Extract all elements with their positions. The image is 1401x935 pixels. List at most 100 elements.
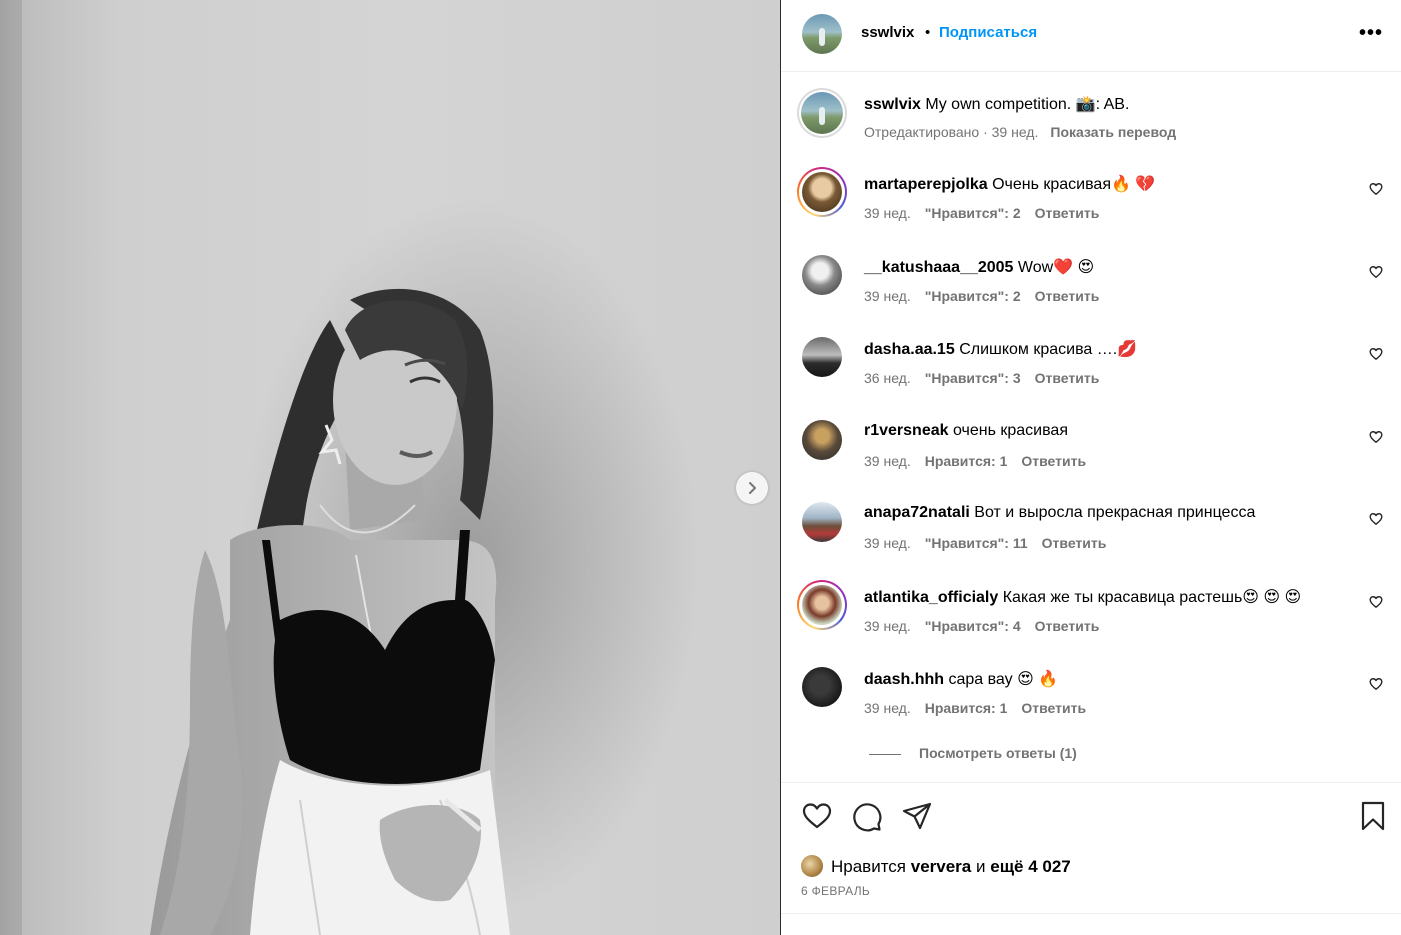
- comment-item: martaperepjolka Очень красивая🔥 💔 39 нед…: [781, 167, 1401, 236]
- view-replies-label: Посмотреть ответы (1): [919, 745, 1077, 761]
- comment-likes[interactable]: "Нравится": 3: [925, 370, 1021, 386]
- comment-text: Какая же ты красавица растешь😍 😍 😍: [1002, 589, 1302, 606]
- comment-text-line: daash.hhh сара вау 😍 🔥: [864, 669, 1058, 689]
- comment-heart-icon[interactable]: [1369, 265, 1383, 279]
- post-header: sswlvix • Подписаться •••: [781, 0, 1401, 72]
- comment-item: atlantika_officialy Какая же ты красавиц…: [781, 580, 1401, 649]
- comment-likes[interactable]: Нравится: 1: [925, 453, 1008, 469]
- follow-button[interactable]: Подписаться: [939, 24, 1037, 41]
- comment-heart-icon[interactable]: [1369, 677, 1383, 691]
- photo-illustration: [0, 0, 700, 935]
- post-side-panel: sswlvix • Подписаться ••• sswlvix My own…: [781, 0, 1401, 935]
- comment-username[interactable]: atlantika_officialy: [864, 589, 998, 606]
- view-replies-button[interactable]: Посмотреть ответы (1): [869, 745, 1077, 761]
- paper-plane-icon[interactable]: [901, 800, 933, 832]
- post-date[interactable]: 6 ФЕВРАЛЬ: [801, 884, 870, 898]
- comment-item: r1versneak очень красивая 39 нед. Нравитс…: [781, 420, 1401, 484]
- comment-avatar[interactable]: [802, 585, 842, 625]
- comment-username[interactable]: __katushaaa__2005: [864, 259, 1013, 276]
- comment-time: 39 нед.: [864, 205, 911, 221]
- comment-meta: 39 нед. Нравится: 1 Ответить: [864, 700, 1100, 716]
- comment-heart-icon[interactable]: [1369, 182, 1383, 196]
- comment-avatar[interactable]: [802, 255, 842, 295]
- author-avatar[interactable]: [802, 14, 842, 54]
- post-photo: [0, 0, 780, 935]
- likes-prefix: Нравится: [831, 857, 907, 876]
- comment-likes[interactable]: Нравится: 1: [925, 700, 1008, 716]
- comment-item: __katushaaa__2005 Wow❤️ 😍 39 нед. "Нравит…: [781, 255, 1401, 319]
- actions-divider: [781, 782, 1401, 783]
- comment-meta: 39 нед. "Нравится": 2 Ответить: [864, 288, 1113, 304]
- comment-username[interactable]: martaperepjolka: [864, 176, 988, 193]
- comment-likes[interactable]: "Нравится": 2: [925, 288, 1021, 304]
- comment-avatar[interactable]: [802, 420, 842, 460]
- comment-input-divider: [781, 913, 1401, 914]
- comment-time: 36 нед.: [864, 370, 911, 386]
- comment-avatar[interactable]: [802, 667, 842, 707]
- chevron-right-icon: [749, 482, 756, 494]
- reply-button[interactable]: Ответить: [1035, 205, 1100, 221]
- reply-button[interactable]: Ответить: [1021, 453, 1086, 469]
- comment-username[interactable]: dasha.aa.15: [864, 341, 955, 358]
- reply-button[interactable]: Ответить: [1035, 618, 1100, 634]
- comment-likes[interactable]: "Нравится": 11: [925, 535, 1028, 551]
- comment-text: Очень красивая🔥 💔: [992, 176, 1156, 193]
- likes-middle: и: [976, 857, 986, 876]
- comment-item: daash.hhh сара вау 😍 🔥 39 нед. Нравится: …: [781, 667, 1401, 731]
- comment-username[interactable]: r1versneak: [864, 422, 949, 439]
- bookmark-icon[interactable]: [1357, 800, 1389, 832]
- comment-text: Вот и выросла прекрасная принцесса: [974, 504, 1256, 521]
- show-translation-link[interactable]: Показать перевод: [1050, 124, 1176, 140]
- comment-text-line: dasha.aa.15 Слишком красива ….💋: [864, 339, 1137, 359]
- comment-meta: 39 нед. "Нравится": 11 Ответить: [864, 535, 1120, 551]
- comment-text-line: martaperepjolka Очень красивая🔥 💔: [864, 174, 1155, 194]
- replies-line: [869, 753, 901, 755]
- caption-username[interactable]: sswlvix: [864, 96, 921, 113]
- comment-item: dasha.aa.15 Слишком красива ….💋 36 нед. "…: [781, 337, 1401, 401]
- heart-icon[interactable]: [801, 800, 833, 832]
- caption-avatar[interactable]: [801, 92, 843, 134]
- comment-time: 39 нед.: [864, 700, 911, 716]
- comment-heart-icon[interactable]: [1369, 512, 1383, 526]
- next-photo-button[interactable]: [736, 472, 768, 504]
- reply-button[interactable]: Ответить: [1042, 535, 1107, 551]
- story-ring: [797, 167, 847, 217]
- separator-dot: •: [925, 24, 931, 41]
- comment-text: Wow❤️ 😍: [1017, 259, 1095, 276]
- comment-text: сара вау 😍 🔥: [948, 671, 1059, 688]
- caption-edited-time: Отредактировано · 39 нед.: [864, 124, 1039, 140]
- caption-text: My own competition. 📸: AB.: [925, 96, 1130, 113]
- comment-username[interactable]: daash.hhh: [864, 671, 944, 688]
- comment-avatar[interactable]: [802, 502, 842, 542]
- comment-text: очень красивая: [952, 422, 1068, 439]
- comment-heart-icon[interactable]: [1369, 347, 1383, 361]
- comment-likes[interactable]: "Нравится": 2: [925, 205, 1021, 221]
- comment-meta: 39 нед. Нравится: 1 Ответить: [864, 453, 1100, 469]
- story-ring: [797, 580, 847, 630]
- comment-likes[interactable]: "Нравится": 4: [925, 618, 1021, 634]
- likes-count[interactable]: ещё 4 027: [990, 857, 1071, 876]
- comment-heart-icon[interactable]: [1369, 430, 1383, 444]
- comment-text-line: r1versneak очень красивая: [864, 422, 1068, 440]
- caption-line: sswlvix My own competition. 📸: AB.: [864, 94, 1129, 114]
- comment-time: 39 нед.: [864, 453, 911, 469]
- comment-time: 39 нед.: [864, 288, 911, 304]
- caption-avatar-ring: [797, 88, 847, 138]
- comment-meta: 39 нед. "Нравится": 2 Ответить: [864, 205, 1113, 221]
- comment-avatar[interactable]: [802, 172, 842, 212]
- comment-avatar[interactable]: [802, 337, 842, 377]
- more-options-icon[interactable]: •••: [1359, 22, 1383, 45]
- comment-item: anapa72natali Вот и выросла прекрасная п…: [781, 502, 1401, 566]
- reply-button[interactable]: Ответить: [1021, 700, 1086, 716]
- comment-bubble-icon[interactable]: [851, 800, 883, 832]
- author-username[interactable]: sswlvix: [861, 24, 914, 41]
- reply-button[interactable]: Ответить: [1035, 370, 1100, 386]
- reply-button[interactable]: Ответить: [1035, 288, 1100, 304]
- comment-text-line: atlantika_officialy Какая же ты красавиц…: [864, 587, 1301, 607]
- comment-text-line: anapa72natali Вот и выросла прекрасная п…: [864, 504, 1255, 522]
- comment-username[interactable]: anapa72natali: [864, 504, 970, 521]
- liker-username[interactable]: ververa: [911, 857, 972, 876]
- caption-meta: Отредактировано · 39 нед. Показать перево…: [864, 124, 1176, 140]
- liker-avatar[interactable]: [801, 855, 823, 877]
- comment-heart-icon[interactable]: [1369, 595, 1383, 609]
